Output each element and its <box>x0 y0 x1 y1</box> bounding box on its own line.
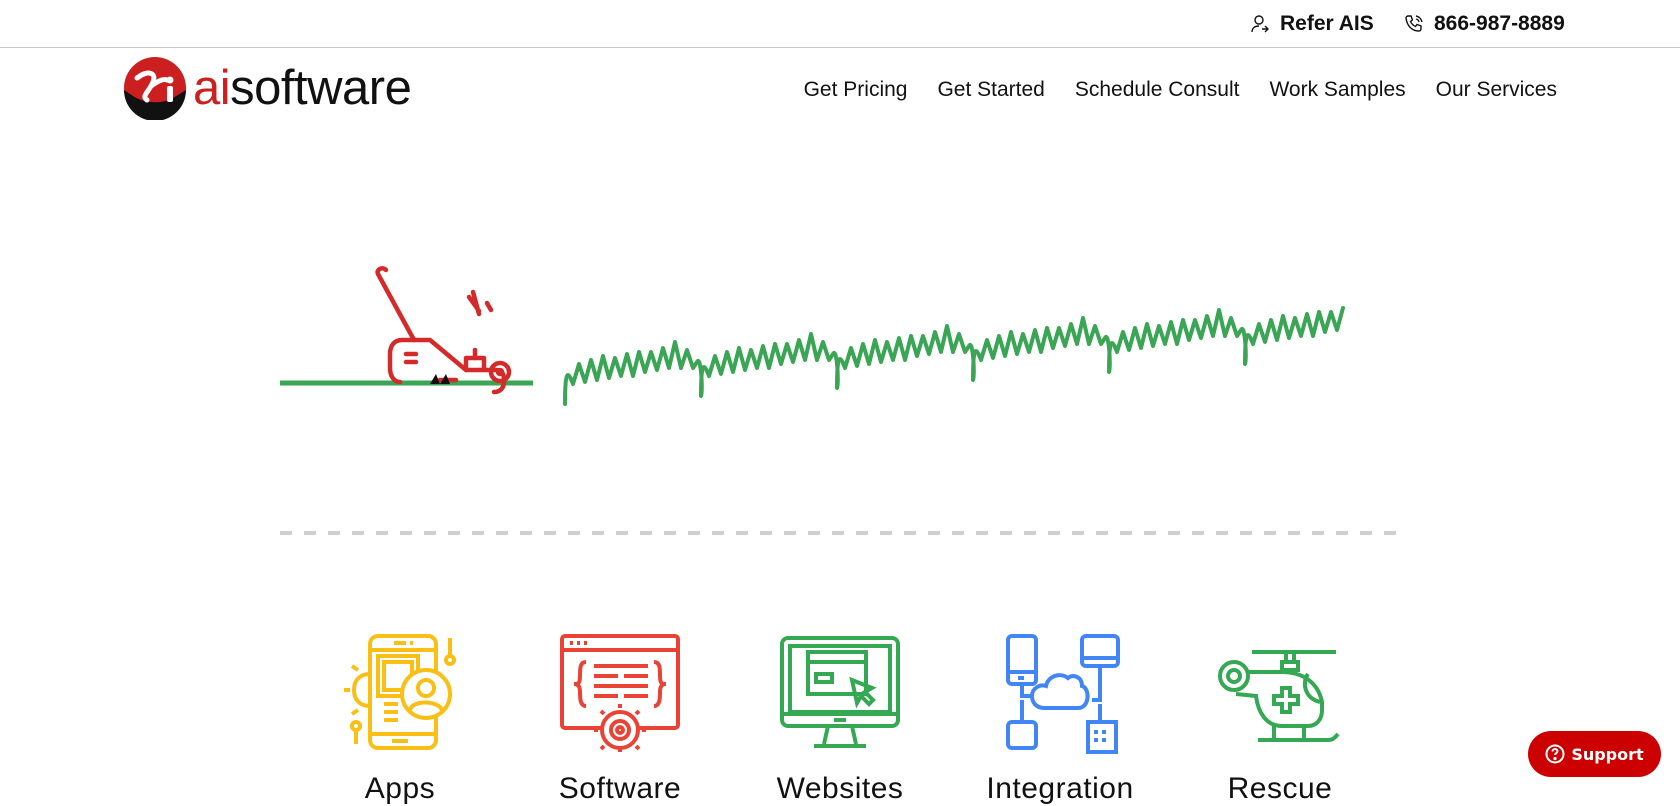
nav-schedule-consult[interactable]: Schedule Consult <box>1075 78 1240 102</box>
service-rescue[interactable]: Rescue <box>1180 630 1380 806</box>
service-apps[interactable]: Apps <box>300 630 500 806</box>
services-row: Apps Software Websites Integration Rescu… <box>300 630 1380 806</box>
website-monitor-icon <box>780 636 900 748</box>
help-circle-icon <box>1545 744 1565 764</box>
phone-link[interactable]: 866-987-8889 <box>1404 12 1565 36</box>
refer-ais-label: Refer AIS <box>1280 12 1374 35</box>
service-label-websites: Websites <box>776 772 904 805</box>
nav-get-started[interactable]: Get Started <box>937 78 1044 102</box>
mobile-app-icon <box>344 634 456 750</box>
software-code-icon <box>560 634 680 752</box>
dashed-divider <box>280 531 1400 535</box>
rescue-helicopter-icon <box>1218 650 1340 742</box>
hero-illustration <box>280 266 1345 406</box>
nav-work-samples[interactable]: Work Samples <box>1269 78 1405 102</box>
logo-wordmark: aisoftware <box>193 60 412 115</box>
aisoftware-logo[interactable]: aisoftware <box>123 56 412 120</box>
cloud-integration-icon <box>1006 634 1120 754</box>
grass-line <box>563 306 1345 406</box>
service-label-integration: Integration <box>986 772 1134 805</box>
service-software[interactable]: Software <box>520 630 720 806</box>
hero-lawnmower-animation <box>280 262 1400 412</box>
top-bar: Refer AIS 866-987-8889 <box>0 0 1680 48</box>
nav-our-services[interactable]: Our Services <box>1436 78 1557 102</box>
phone-icon <box>1405 15 1423 32</box>
nav-get-pricing[interactable]: Get Pricing <box>804 78 908 102</box>
service-websites[interactable]: Websites <box>740 630 940 806</box>
logo-mark-icon <box>124 57 186 120</box>
support-button[interactable]: Support <box>1528 731 1661 777</box>
phone-number: 866-987-8889 <box>1434 12 1565 35</box>
lawnmower-icon <box>375 266 512 395</box>
user-refer-icon <box>1251 15 1269 33</box>
refer-ais-link[interactable]: Refer AIS <box>1250 12 1374 36</box>
service-label-rescue: Rescue <box>1227 772 1333 805</box>
service-label-apps: Apps <box>364 772 436 805</box>
service-integration[interactable]: Integration <box>960 630 1160 806</box>
main-nav: Get Pricing Get Started Schedule Consult… <box>804 78 1557 102</box>
service-label-software: Software <box>558 772 682 805</box>
support-label: Support <box>1571 744 1644 764</box>
